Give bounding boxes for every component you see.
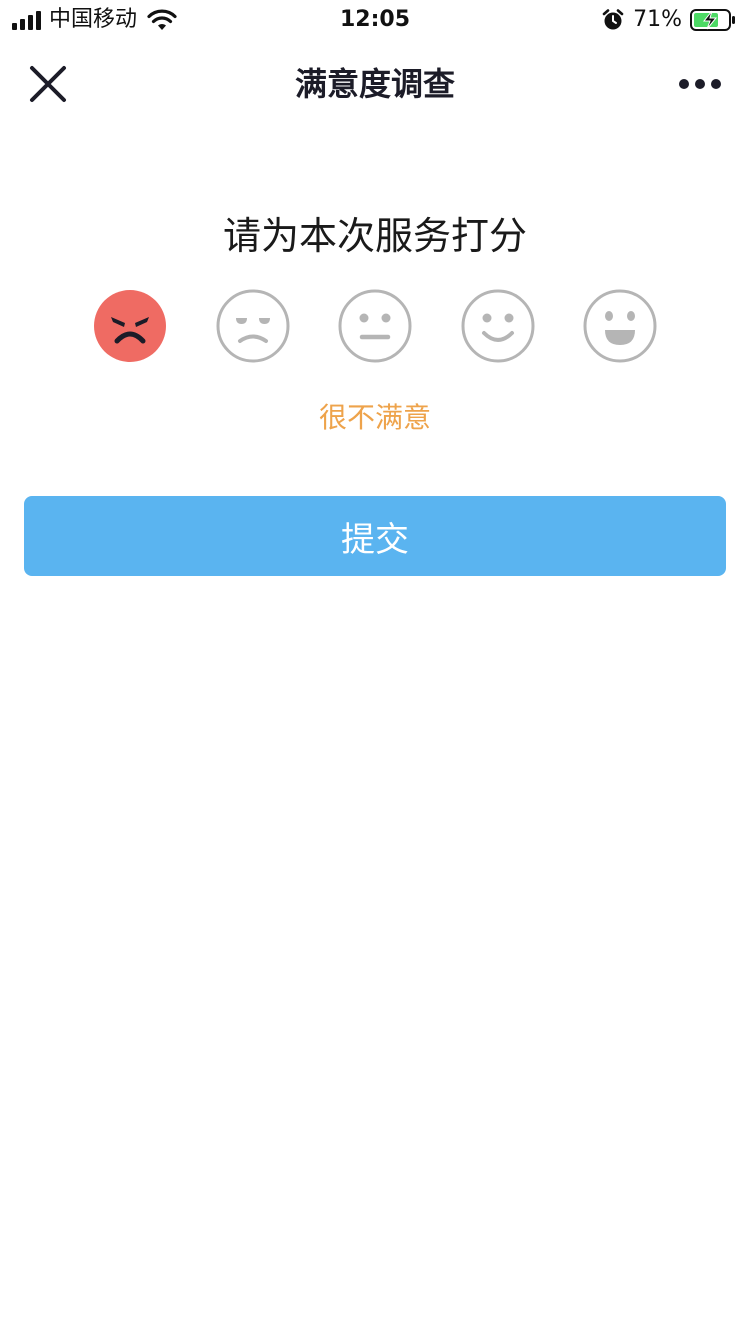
navigation-bar: 满意度调查: [0, 48, 750, 120]
neutral-face-icon[interactable]: [336, 287, 414, 365]
survey-question: 请为本次服务打分: [222, 214, 527, 258]
more-icon[interactable]: [678, 72, 722, 96]
status-bar: 中国移动 12:05 71%: [0, 0, 750, 40]
angry-face-icon[interactable]: [91, 287, 169, 365]
selected-rating-label: 很不满意: [318, 401, 431, 434]
page-title: 满意度调查: [294, 65, 455, 103]
alarm-icon: [602, 9, 624, 30]
battery-charging-icon: [690, 9, 735, 31]
battery-percentage: 71%: [633, 7, 682, 32]
smile-face-icon[interactable]: [459, 287, 537, 365]
happy-face-icon[interactable]: [581, 287, 659, 365]
survey-screen: 中国移动 12:05 71% 满意度调查 请为本次服务打分 很不满意 提交: [0, 0, 750, 1334]
unhappy-face-icon[interactable]: [214, 287, 292, 365]
face-rating: [0, 287, 750, 365]
submit-button[interactable]: 提交: [24, 496, 726, 576]
status-right: 71%: [601, 6, 736, 34]
